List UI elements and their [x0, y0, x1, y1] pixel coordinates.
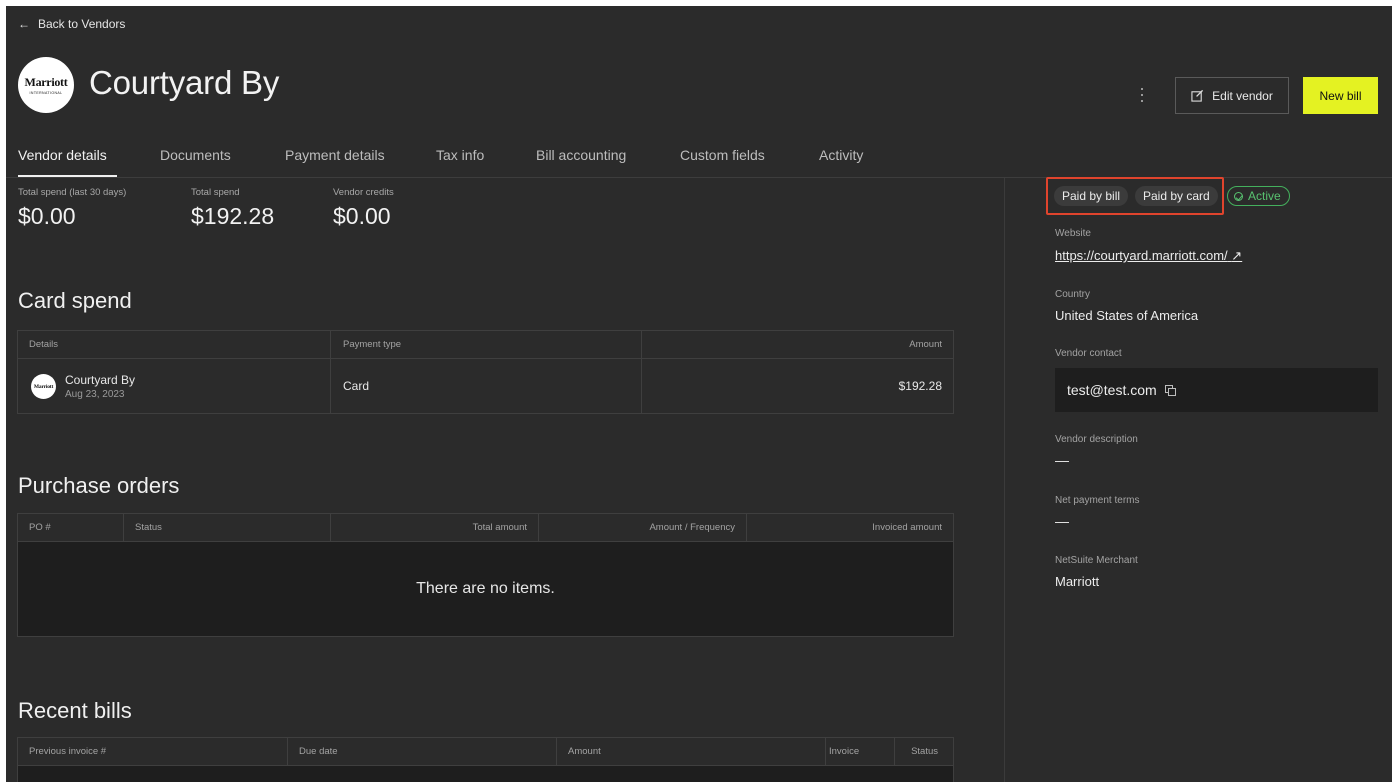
table-header: PO # Status Total amount Amount / Freque…	[18, 514, 953, 542]
vendor-logo: Marriott INTERNATIONAL	[18, 57, 74, 113]
stat-label-total-spend: Total spend	[191, 187, 240, 198]
tab-vendor-details[interactable]: Vendor details	[18, 147, 107, 163]
country-label: Country	[1055, 289, 1091, 300]
tab-bar: Vendor details Documents Payment details…	[6, 137, 1392, 178]
table-header: Details Payment type Amount	[18, 331, 953, 359]
vendor-contact-label: Vendor contact	[1055, 348, 1122, 359]
column-header: Invoice	[829, 746, 860, 757]
column-divider	[746, 514, 747, 542]
tab-custom-fields[interactable]: Custom fields	[680, 147, 765, 163]
new-bill-button[interactable]: New bill	[1303, 77, 1378, 114]
column-header: Due date	[299, 746, 338, 757]
country-value: United States of America	[1055, 308, 1199, 323]
back-to-vendors-link[interactable]: ← Back to Vendors	[18, 17, 125, 31]
column-header: Status	[135, 522, 162, 533]
vendor-description-label: Vendor description	[1055, 434, 1138, 445]
website-url: https://courtyard.marriott.com/	[1055, 248, 1228, 263]
column-divider	[825, 738, 826, 766]
copy-icon[interactable]	[1164, 385, 1176, 396]
column-divider	[556, 738, 557, 766]
column-divider	[641, 331, 642, 414]
column-header: Total amount	[472, 522, 527, 533]
vendor-logo-small: Marriott	[31, 374, 56, 399]
column-header: Invoiced amount	[872, 522, 942, 533]
column-divider	[287, 738, 288, 766]
column-divider	[123, 514, 124, 542]
column-header: Payment type	[343, 339, 402, 350]
table-body	[18, 766, 953, 782]
highlight-box	[1046, 177, 1224, 215]
logo-subtext: INTERNATIONAL	[29, 91, 63, 95]
edit-vendor-button[interactable]: Edit vendor	[1175, 77, 1289, 114]
status-label: Active	[1248, 189, 1281, 203]
column-divider	[894, 738, 895, 766]
back-label: Back to Vendors	[38, 17, 126, 31]
app-window: ← Back to Vendors Marriott INTERNATIONAL…	[6, 6, 1392, 782]
recent-bills-table: Previous invoice # Due date Amount Invoi…	[17, 737, 954, 782]
column-header: Amount	[909, 339, 942, 350]
table-header: Previous invoice # Due date Amount Invoi…	[18, 738, 953, 766]
vendor-contact-field: test@test.com	[1055, 368, 1378, 412]
column-header: PO #	[29, 522, 51, 533]
page-title: Courtyard By	[89, 64, 280, 101]
empty-state: There are no items.	[18, 542, 953, 636]
purchase-orders-title: Purchase orders	[18, 473, 180, 498]
row-date: Aug 23, 2023	[65, 389, 125, 400]
edit-vendor-label: Edit vendor	[1212, 88, 1273, 103]
net-payment-terms-label: Net payment terms	[1055, 495, 1140, 506]
tab-bill-accounting[interactable]: Bill accounting	[536, 147, 626, 163]
status-badge: Active	[1227, 186, 1290, 206]
arrow-left-icon: ←	[18, 17, 30, 31]
recent-bills-title: Recent bills	[18, 698, 132, 723]
stat-value-vendor-credits: $0.00	[333, 203, 391, 229]
tab-tax-info[interactable]: Tax info	[436, 147, 484, 163]
column-header: Previous invoice #	[29, 746, 107, 757]
external-link-icon: ↗	[1231, 248, 1243, 263]
column-header: Amount	[568, 746, 601, 757]
netsuite-merchant-label: NetSuite Merchant	[1055, 555, 1138, 566]
row-vendor-name: Courtyard By	[65, 373, 136, 387]
net-payment-terms-value: —	[1055, 513, 1069, 529]
vendor-description-value: —	[1055, 452, 1069, 468]
active-tab-indicator	[18, 175, 117, 177]
vendor-contact-value: test@test.com	[1067, 382, 1157, 398]
purchase-orders-table: PO # Status Total amount Amount / Freque…	[17, 513, 954, 637]
column-divider	[538, 514, 539, 542]
card-spend-table: Details Payment type Amount Marriott Cou…	[17, 330, 954, 414]
column-header: Status	[911, 746, 938, 757]
tab-payment-details[interactable]: Payment details	[285, 147, 385, 163]
stat-value-total-spend-30d: $0.00	[18, 203, 76, 229]
column-header: Details	[29, 339, 59, 350]
website-label: Website	[1055, 228, 1091, 239]
card-spend-title: Card spend	[18, 288, 132, 313]
stat-label-total-spend-30d: Total spend (last 30 days)	[18, 187, 127, 198]
check-circle-icon	[1234, 191, 1243, 201]
panel-divider	[1004, 178, 1005, 782]
row-payment-type: Card	[343, 379, 370, 393]
row-amount: $192.28	[898, 379, 942, 393]
tab-documents[interactable]: Documents	[160, 147, 231, 163]
stat-value-total-spend: $192.28	[191, 203, 275, 229]
column-header: Amount / Frequency	[649, 522, 735, 533]
column-divider	[330, 331, 331, 414]
stat-label-vendor-credits: Vendor credits	[333, 187, 394, 198]
website-link[interactable]: https://courtyard.marriott.com/ ↗	[1055, 248, 1242, 264]
tab-activity[interactable]: Activity	[819, 147, 863, 163]
logo-text: Marriott	[24, 75, 68, 89]
edit-icon	[1191, 89, 1204, 102]
table-row[interactable]: Marriott Courtyard By Aug 23, 2023 Card …	[18, 359, 953, 413]
column-divider	[330, 514, 331, 542]
netsuite-merchant-value: Marriott	[1055, 574, 1100, 589]
more-options-icon[interactable]	[1136, 88, 1148, 102]
